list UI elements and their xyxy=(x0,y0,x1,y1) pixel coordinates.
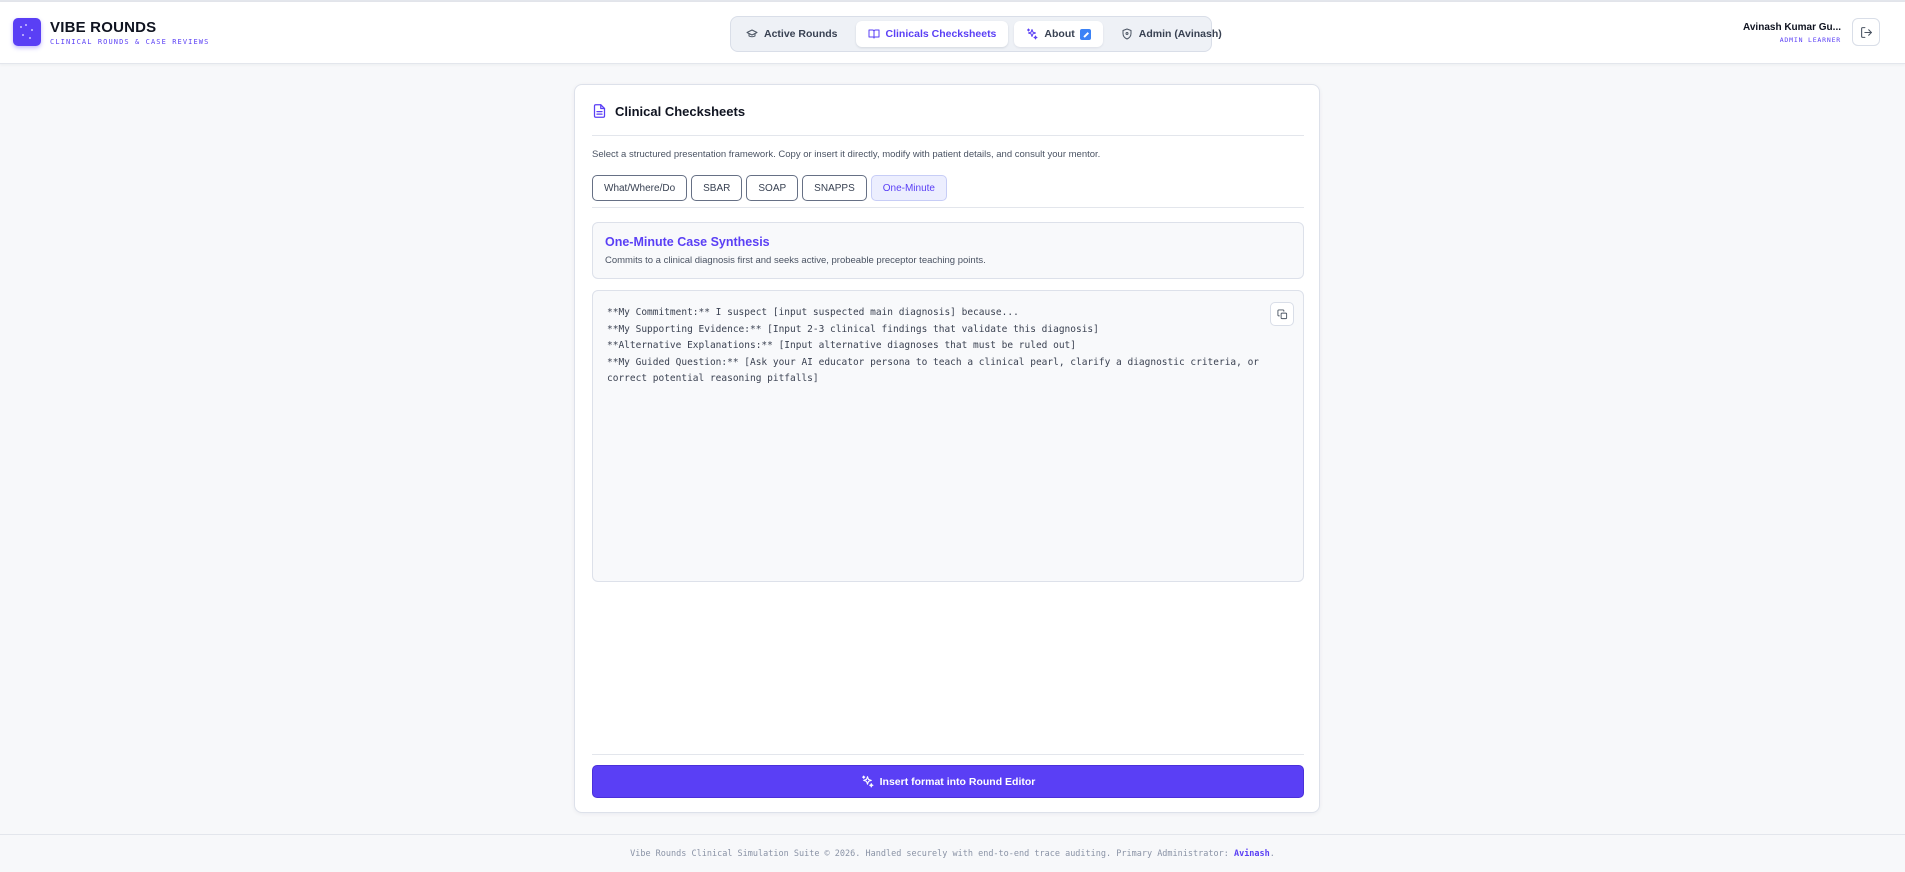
tabs-divider xyxy=(592,207,1304,208)
nav-about[interactable]: About xyxy=(1014,21,1103,47)
document-icon xyxy=(593,104,606,118)
footer-text: Vibe Rounds Clinical Simulation Suite © … xyxy=(0,849,1905,859)
nav-clinical-checksheets-label: Clinicals Checksheets xyxy=(885,28,997,40)
user-info: Avinash Kumar Gu... ADMIN LEARNER xyxy=(1743,22,1841,44)
brand-subtitle: CLINICAL ROUNDS & CASE REVIEWS xyxy=(50,37,210,46)
graduation-cap-icon xyxy=(746,29,758,38)
page-footer: Vibe Rounds Clinical Simulation Suite © … xyxy=(0,834,1905,872)
framework-tabs: What/Where/Do SBAR SOAP SNAPPS One-Minut… xyxy=(592,175,947,201)
copy-button[interactable] xyxy=(1270,302,1294,326)
user-name: Avinash Kumar Gu... xyxy=(1743,22,1841,33)
card-header: Clinical Checksheets xyxy=(592,103,745,119)
copy-icon xyxy=(1276,308,1287,319)
page-title: Clinical Checksheets xyxy=(615,103,746,119)
app-header: VIBE ROUNDS CLINICAL ROUNDS & CASE REVIE… xyxy=(0,2,1905,64)
logout-icon xyxy=(1860,26,1872,38)
nav-admin[interactable]: Admin (Avinash) xyxy=(1109,21,1234,47)
shield-icon xyxy=(1122,28,1132,40)
external-link-icon xyxy=(1079,28,1091,40)
tab-sbar[interactable]: SBAR xyxy=(691,175,743,201)
framework-description: Commits to a clinical diagnosis first an… xyxy=(605,255,986,266)
tab-snapps[interactable]: SNAPPS xyxy=(802,175,867,201)
main-nav: Active Rounds Clinicals Checksheets Abou… xyxy=(730,16,1222,52)
header-divider xyxy=(592,135,1304,136)
tab-one-minute[interactable]: One-Minute xyxy=(870,175,947,201)
checksheets-card: Clinical Checksheets Select a structured… xyxy=(574,84,1320,813)
brand-title: VIBE ROUNDS xyxy=(50,18,157,36)
nav-active-rounds[interactable]: Active Rounds xyxy=(734,21,850,47)
insert-format-button[interactable]: Insert format into Round Editor xyxy=(592,765,1304,798)
nav-active-rounds-label: Active Rounds xyxy=(764,28,838,40)
nav-clinical-checksheets[interactable]: Clinicals Checksheets xyxy=(855,21,1009,47)
logout-button[interactable] xyxy=(1852,18,1880,46)
template-text[interactable]: **My Commitment:** I suspect [input susp… xyxy=(607,305,1287,388)
template-area[interactable]: **My Commitment:** I suspect [input susp… xyxy=(592,290,1304,582)
logo-icon xyxy=(13,18,41,46)
insert-format-label: Insert format into Round Editor xyxy=(879,775,1036,788)
book-open-icon xyxy=(868,29,880,39)
brand[interactable]: VIBE ROUNDS CLINICAL ROUNDS & CASE REVIE… xyxy=(13,18,209,46)
page-description: Select a structured presentation framewo… xyxy=(592,149,1101,160)
framework-title: One-Minute Case Synthesis xyxy=(605,235,770,249)
tab-soap[interactable]: SOAP xyxy=(746,175,799,201)
footer-divider xyxy=(592,754,1304,755)
sparkles-icon xyxy=(861,775,874,788)
nav-about-label: About xyxy=(1044,28,1075,40)
tab-what-where-do[interactable]: What/Where/Do xyxy=(592,175,688,201)
footer-admin-link[interactable]: Avinash xyxy=(1234,849,1270,859)
footer-suffix: . xyxy=(1269,849,1275,859)
footer-copy: Vibe Rounds Clinical Simulation Suite © … xyxy=(630,849,1234,859)
framework-summary: One-Minute Case Synthesis Commits to a c… xyxy=(592,222,1304,279)
nav-admin-label: Admin (Avinash) xyxy=(1138,28,1222,40)
user-role: ADMIN LEARNER xyxy=(1779,36,1841,44)
sparkles-icon xyxy=(1027,28,1038,40)
